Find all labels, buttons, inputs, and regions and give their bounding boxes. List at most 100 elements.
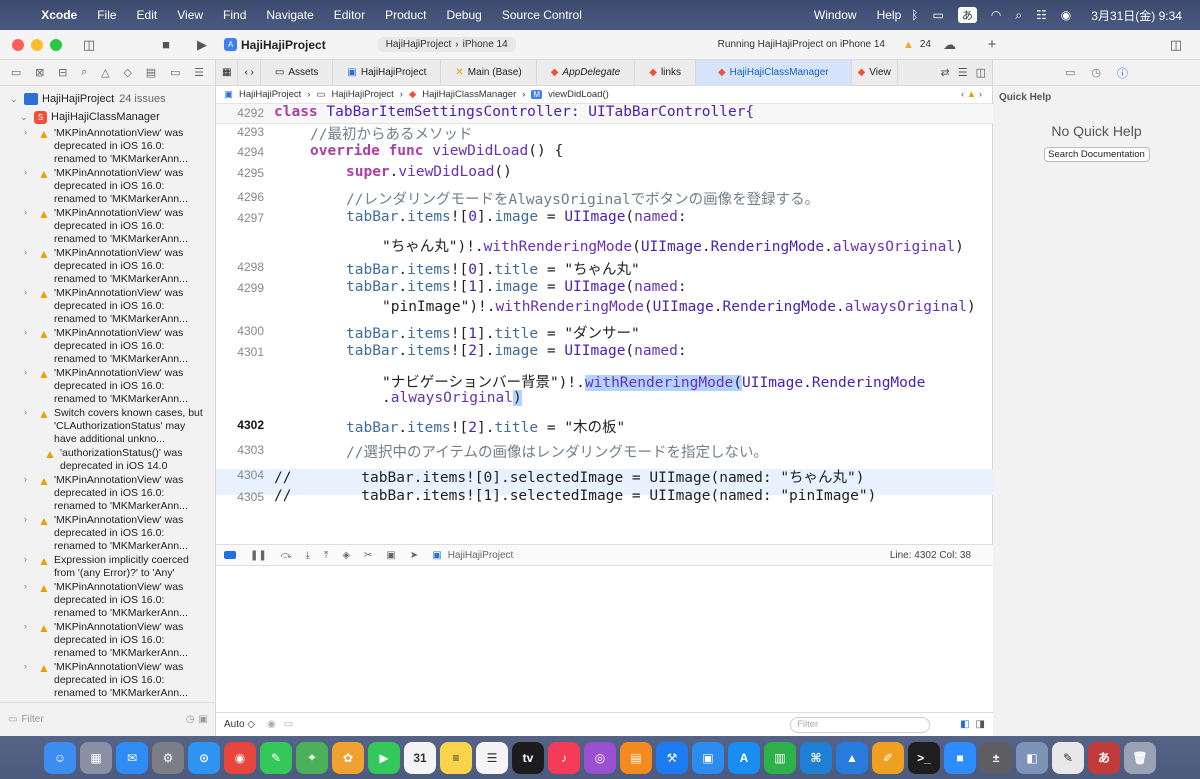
grid-icon[interactable]: ▦ (216, 59, 239, 86)
menu-app[interactable]: Xcode (31, 8, 87, 22)
dock-app-app-store[interactable]: A (728, 741, 760, 774)
issue-item[interactable]: › ▲ 'MKPinAnnotationView' was deprecated i… (0, 661, 216, 700)
tab-view[interactable]: ◆ View (852, 59, 898, 86)
battery-icon[interactable]: ▭ (932, 8, 943, 22)
source-control-icon[interactable]: ⊠ (35, 66, 44, 79)
siri-icon[interactable]: ◉ (1061, 8, 1071, 22)
dock-app-photos[interactable]: ✿ (332, 741, 364, 774)
breakpoint-icon[interactable]: ▭ (170, 66, 180, 79)
chevron-right-icon[interactable]: › (24, 514, 34, 553)
dock-app-xcode[interactable]: ⚒ (656, 741, 688, 774)
issue-item[interactable]: › ▲ 'MKPinAnnotationView' was deprecated i… (0, 474, 216, 513)
jumpbar-file[interactable]: HajiHajiClassManager (422, 89, 516, 100)
input-method-indicator[interactable]: あ (957, 7, 977, 23)
issue-project-row[interactable]: ⌄ HajiHajiProject 24 issues (0, 90, 216, 108)
folder-icon[interactable]: ▭ (11, 66, 21, 79)
dock-app-zoom[interactable]: ■ (944, 741, 976, 774)
jumpbar-project[interactable]: HajiHajiProject (239, 89, 301, 100)
search-icon[interactable]: ⌕ (1015, 8, 1022, 23)
issue-item[interactable]: › ▲ 'MKPinAnnotationView' was deprecated i… (0, 621, 216, 660)
issue-item[interactable]: › ▲ 'MKPinAnnotationView' was deprecated i… (0, 581, 216, 620)
tab-assets[interactable]: ▭ Assets (261, 59, 334, 86)
split-left-icon[interactable]: ◧ (960, 719, 969, 730)
menu-editor[interactable]: Editor (324, 8, 375, 22)
split-editor-icon[interactable]: ◫ (976, 66, 986, 79)
add-icon[interactable]: + (980, 36, 1004, 53)
symbol-icon[interactable]: ⊟ (58, 66, 67, 79)
dock-app-reminders[interactable]: ☰ (476, 741, 508, 774)
chevron-right-icon[interactable]: › (24, 167, 34, 206)
file-inspector-icon[interactable]: ▭ (1065, 66, 1075, 79)
history-icon[interactable]: ◷ (1091, 66, 1101, 79)
minimize-window-button[interactable] (31, 38, 43, 51)
close-window-button[interactable] (12, 38, 24, 51)
dock-app-dictionary[interactable]: あ (1088, 741, 1120, 774)
menu-find[interactable]: Find (213, 8, 256, 22)
search-documentation-button[interactable]: Search Documentation (1043, 147, 1150, 162)
dock-app-music[interactable]: ♪ (548, 741, 580, 774)
chevron-right-icon[interactable]: › (24, 207, 34, 246)
menu-product[interactable]: Product (375, 8, 436, 22)
chevron-down-icon[interactable]: ⌄ (20, 112, 30, 123)
dock-app-facetime[interactable]: ▶ (368, 741, 400, 774)
issue-item[interactable]: › ▲ Expression implicitly coerced from '(a… (0, 554, 216, 580)
jumpbar-method[interactable]: viewDidLoad() (548, 89, 609, 100)
menu-file[interactable]: File (87, 8, 126, 22)
chevron-right-icon[interactable]: › (24, 247, 34, 286)
location-icon[interactable]: ➤ (410, 550, 418, 561)
issue-icon[interactable]: △ (101, 66, 109, 79)
quick-help-icon[interactable]: ⓘ (1117, 65, 1128, 81)
dock-app-keynote[interactable]: ▲ (836, 741, 868, 774)
issue-item[interactable]: › ▲ 'MKPinAnnotationView' was deprecated i… (0, 327, 216, 366)
view-hierarchy-icon[interactable]: ◈ (342, 550, 350, 561)
test-icon[interactable]: ◇ (123, 66, 131, 79)
run-icon[interactable]: ▶ (192, 37, 212, 53)
menu-view[interactable]: View (167, 8, 213, 22)
dock-app-textedit[interactable]: ✎ (1052, 741, 1084, 774)
eye-icon[interactable]: ◉ (267, 719, 276, 730)
console-mode-select[interactable]: Auto ◇ (224, 719, 255, 730)
menu-help[interactable]: Help (867, 8, 912, 22)
back-forward-icon[interactable]: ‹ › (238, 59, 261, 86)
menu-source-control[interactable]: Source Control (492, 8, 592, 22)
debug-console[interactable]: Auto ◇ ◉ ▭ Filter ◧ ◨ (216, 566, 993, 736)
activity-view[interactable]: Running HajiHajiProject on iPhone 14 ▲ 2… (718, 37, 956, 53)
dock-app-chrome[interactable]: ◉ (224, 741, 256, 774)
menubar-clock[interactable]: 3月31日(金) 9:34 (1085, 7, 1188, 24)
dock-app-messages[interactable]: ✎ (260, 741, 292, 774)
stop-icon[interactable]: ■ (156, 37, 176, 52)
dock-app-podcasts[interactable]: ◎ (584, 741, 616, 774)
dock-app-finder[interactable]: ☺ (44, 741, 76, 774)
issue-group-row[interactable]: ⌄ S HajiHajiClassManager (0, 108, 216, 126)
report-icon[interactable]: ☰ (194, 66, 204, 79)
issue-item[interactable]: › ▲ 'MKPinAnnotationView' was deprecated i… (0, 127, 216, 166)
memory-graph-icon[interactable]: ✂ (364, 550, 372, 561)
related-items-icon[interactable]: ⇄ (941, 66, 950, 79)
menu-edit[interactable]: Edit (127, 8, 168, 22)
find-icon[interactable]: ⌕ (81, 66, 87, 79)
dock-app-simulator[interactable]: ▣ (692, 741, 724, 774)
chevron-right-icon[interactable]: › (24, 327, 34, 366)
issue-item[interactable]: › ▲ Switch covers known cases, but 'CLAuth… (0, 407, 216, 446)
dock-app-numbers[interactable]: ▥ (764, 741, 796, 774)
dock-app-tv[interactable]: tv (512, 741, 544, 774)
chevron-right-icon[interactable]: › (24, 581, 34, 620)
chevron-right-icon[interactable]: › (24, 127, 34, 166)
tab-appdelegate[interactable]: ◆ AppDelegate (537, 59, 636, 86)
tab-hajihaji-class-manager[interactable]: ◆ HajiHajiClassManager (695, 59, 852, 86)
dock-app-notes[interactable]: ≡ (440, 741, 472, 774)
issue-item[interactable]: › ▲ 'MKPinAnnotationView' was deprecated i… (0, 287, 216, 326)
menu-window[interactable]: Window (804, 8, 867, 22)
menu-debug[interactable]: Debug (436, 8, 491, 22)
tab-links[interactable]: ◆ links (635, 59, 696, 86)
pause-icon[interactable]: ❚❚ (250, 550, 267, 561)
menu-navigate[interactable]: Navigate (256, 8, 323, 22)
jumpbar-folder[interactable]: HajiHajiProject (331, 89, 393, 100)
dock-app-safari[interactable]: ⊙ (188, 741, 220, 774)
dock-app-trash[interactable]: 🗑 (1124, 741, 1156, 774)
console-filter-input[interactable]: Filter (790, 716, 931, 733)
wifi-icon[interactable]: ◠ (991, 8, 1001, 22)
dock-app-preview[interactable]: ◧ (1016, 741, 1048, 774)
trash-icon[interactable]: ▭ (284, 719, 293, 730)
scheme-selector[interactable]: HajiHajiProject › iPhone 14 (377, 37, 516, 52)
